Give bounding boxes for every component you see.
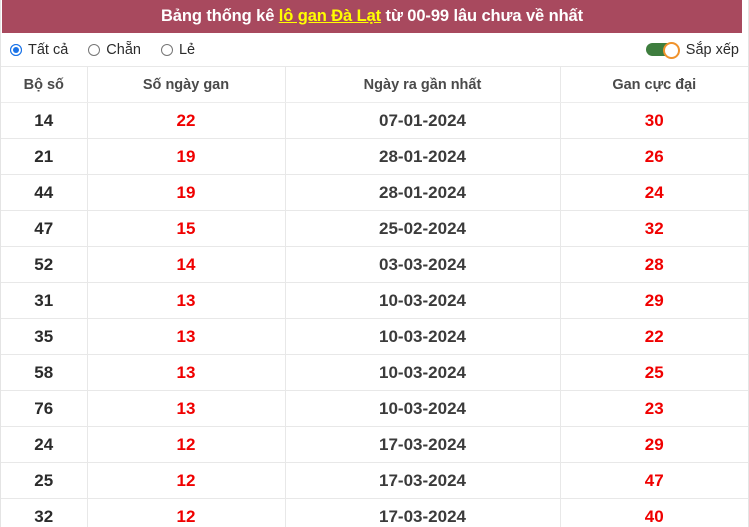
radio-icon-odd[interactable] (160, 43, 173, 56)
cell-so-ngay-gan: 13 (87, 318, 286, 355)
table-header-row: Bộ số Số ngày gan Ngày ra gần nhất Gan c… (1, 66, 748, 103)
radio-icon-even[interactable] (88, 43, 101, 56)
cell-bo-so: 32 (1, 498, 88, 527)
cell-ngay-ra-gan-nhat: 28-01-2024 (285, 174, 561, 211)
lo-gan-table: Bộ số Số ngày gan Ngày ra gần nhất Gan c… (1, 66, 748, 527)
cell-ngay-ra-gan-nhat: 28-01-2024 (285, 138, 561, 175)
page-title: Bảng thống kê lô gan Đà Lạt từ 00-99 lâu… (161, 7, 583, 26)
sort-toggle-group[interactable]: Sắp xếp (645, 41, 739, 59)
cell-bo-so: 58 (1, 354, 88, 391)
table-header: Bộ số Số ngày gan Ngày ra gần nhất Gan c… (1, 66, 748, 103)
radio-icon-all[interactable] (10, 43, 22, 56)
cell-bo-so: 35 (1, 318, 88, 355)
cell-ngay-ra-gan-nhat: 17-03-2024 (285, 426, 561, 463)
page-title-bar: Bảng thống kê lô gan Đà Lạt từ 00-99 lâu… (2, 0, 742, 33)
page-title-keyword[interactable]: lô gan Đà Lạt (279, 7, 381, 25)
cell-so-ngay-gan: 12 (87, 462, 286, 499)
table-row[interactable]: 24 12 17-03-2024 29 (1, 426, 748, 463)
table-row[interactable]: 21 19 28-01-2024 26 (1, 138, 748, 175)
cell-ngay-ra-gan-nhat: 17-03-2024 (285, 462, 561, 499)
cell-so-ngay-gan: 19 (87, 174, 286, 211)
radio-label-all: Tất cả (28, 41, 69, 58)
radio-option-odd[interactable]: Lẻ (160, 41, 196, 58)
column-header-gan-cuc-dai[interactable]: Gan cực đại (560, 66, 748, 103)
cell-gan-cuc-dai: 30 (560, 102, 748, 139)
page-title-suffix: từ 00-99 lâu chưa về nhất (381, 7, 584, 25)
cell-so-ngay-gan: 13 (87, 354, 286, 391)
lo-gan-statistics-page: Bảng thống kê lô gan Đà Lạt từ 00-99 lâu… (0, 0, 749, 527)
cell-gan-cuc-dai: 32 (560, 210, 748, 247)
cell-gan-cuc-dai: 28 (560, 246, 748, 283)
cell-so-ngay-gan: 13 (87, 390, 286, 427)
cell-gan-cuc-dai: 26 (560, 138, 748, 175)
cell-bo-so: 24 (1, 426, 88, 463)
table-row[interactable]: 14 22 07-01-2024 30 (1, 102, 748, 139)
table-row[interactable]: 58 13 10-03-2024 25 (1, 354, 748, 391)
cell-ngay-ra-gan-nhat: 07-01-2024 (285, 102, 561, 139)
cell-bo-so: 52 (1, 246, 88, 283)
table-row[interactable]: 32 12 17-03-2024 40 (1, 498, 748, 527)
parity-radio-group: Tất cả Chẵn Lẻ (10, 42, 215, 58)
cell-ngay-ra-gan-nhat: 10-03-2024 (285, 282, 561, 319)
table-row[interactable]: 47 15 25-02-2024 32 (1, 210, 748, 247)
cell-ngay-ra-gan-nhat: 17-03-2024 (285, 498, 561, 527)
cell-ngay-ra-gan-nhat: 25-02-2024 (285, 210, 561, 247)
sort-toggle-label: Sắp xếp (685, 41, 739, 58)
radio-label-odd: Lẻ (178, 41, 196, 58)
cell-gan-cuc-dai: 29 (560, 426, 748, 463)
table-row[interactable]: 25 12 17-03-2024 47 (1, 462, 748, 499)
table-row[interactable]: 35 13 10-03-2024 22 (1, 318, 748, 355)
cell-gan-cuc-dai: 25 (560, 354, 748, 391)
cell-bo-so: 44 (1, 174, 88, 211)
cell-bo-so: 25 (1, 462, 88, 499)
radio-option-even[interactable]: Chẵn (88, 42, 141, 58)
radio-option-all[interactable]: Tất cả (10, 42, 68, 58)
cell-ngay-ra-gan-nhat: 10-03-2024 (285, 318, 561, 355)
cell-bo-so: 47 (1, 210, 88, 247)
column-header-ngay-ra-gan-nhat[interactable]: Ngày ra gần nhất (285, 66, 561, 103)
cell-gan-cuc-dai: 29 (560, 282, 748, 319)
radio-label-even: Chẵn (106, 41, 141, 58)
filter-bar: Tất cả Chẵn Lẻ Sắp xếp (1, 33, 748, 66)
cell-so-ngay-gan: 15 (87, 210, 286, 247)
table-row[interactable]: 76 13 10-03-2024 23 (1, 390, 748, 427)
cell-so-ngay-gan: 12 (87, 426, 286, 463)
cell-gan-cuc-dai: 47 (560, 462, 748, 499)
table-body: 14 22 07-01-2024 30 21 19 28-01-2024 26 44 19 28-0… (1, 102, 748, 527)
cell-gan-cuc-dai: 23 (560, 390, 748, 427)
cell-so-ngay-gan: 13 (87, 282, 286, 319)
table-row[interactable]: 52 14 03-03-2024 28 (1, 246, 748, 283)
cell-ngay-ra-gan-nhat: 10-03-2024 (285, 354, 561, 391)
toggle-knob-icon[interactable] (662, 42, 680, 59)
cell-bo-so: 31 (1, 282, 88, 319)
cell-bo-so: 21 (1, 138, 88, 175)
cell-gan-cuc-dai: 22 (560, 318, 748, 355)
cell-bo-so: 14 (1, 102, 88, 139)
cell-ngay-ra-gan-nhat: 10-03-2024 (285, 390, 561, 427)
cell-ngay-ra-gan-nhat: 03-03-2024 (285, 246, 561, 283)
cell-gan-cuc-dai: 24 (560, 174, 748, 211)
sort-toggle-switch[interactable] (645, 42, 680, 59)
cell-so-ngay-gan: 22 (87, 102, 286, 139)
cell-gan-cuc-dai: 40 (560, 498, 748, 527)
cell-so-ngay-gan: 12 (87, 498, 286, 527)
cell-so-ngay-gan: 14 (87, 246, 286, 283)
column-header-bo-so[interactable]: Bộ số (1, 66, 88, 103)
cell-so-ngay-gan: 19 (87, 138, 286, 175)
cell-bo-so: 76 (1, 390, 88, 427)
table-row[interactable]: 31 13 10-03-2024 29 (1, 282, 748, 319)
table-row[interactable]: 44 19 28-01-2024 24 (1, 174, 748, 211)
page-title-prefix: Bảng thống kê (160, 7, 279, 25)
column-header-so-ngay-gan[interactable]: Số ngày gan (87, 66, 286, 103)
